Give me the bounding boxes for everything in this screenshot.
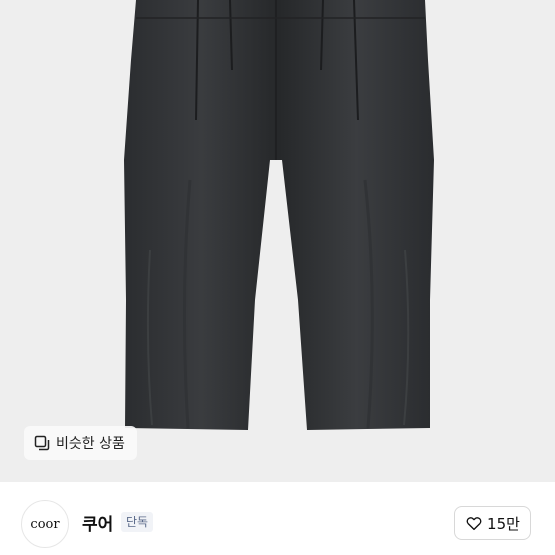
similar-products-button[interactable]: 비슷한 상품 [24,426,137,460]
shop-name[interactable]: 쿠어 [82,510,113,535]
like-count: 15만 [487,514,520,533]
similar-products-label: 비슷한 상품 [56,436,125,452]
copy-icon [34,435,50,451]
product-image [0,0,555,482]
heart-icon [465,514,483,532]
shop-avatar[interactable]: coor [21,500,69,548]
exclusive-badge: 단독 [121,512,154,532]
shop-info-bar: coor 쿠어 단독 15만 [0,482,555,555]
shop-avatar-logo: coor [30,516,60,532]
like-button[interactable]: 15만 [454,506,531,540]
